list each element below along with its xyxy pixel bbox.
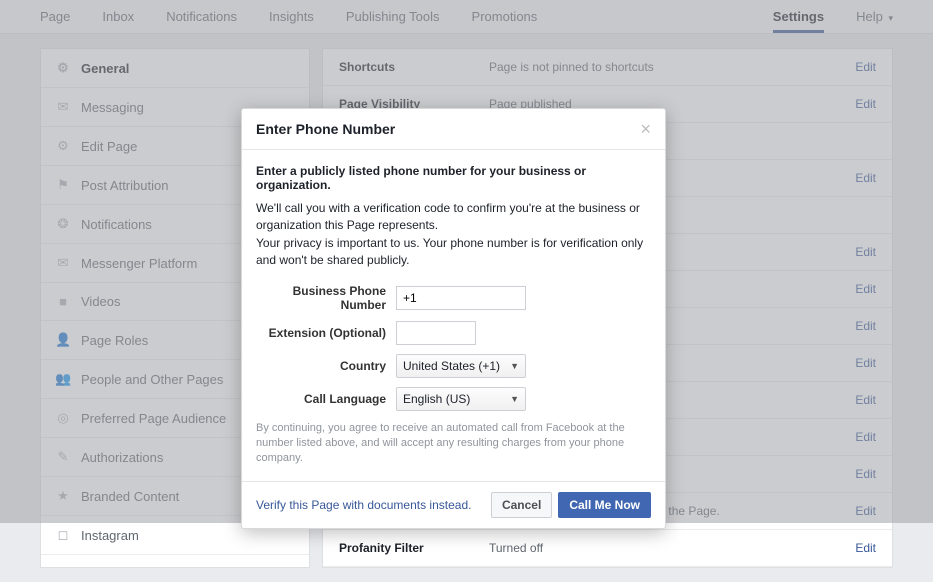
modal-footer: Verify this Page with documents instead.…: [242, 481, 665, 528]
language-select[interactable]: English (US) ▼: [396, 387, 526, 411]
phone-form: Business Phone Number Extension (Optiona…: [256, 284, 651, 411]
modal-text-1: We'll call you with a verification code …: [256, 200, 651, 235]
settings-row-label: Profanity Filter: [339, 541, 489, 555]
phone-verification-modal: Enter Phone Number × Enter a publicly li…: [241, 108, 666, 529]
settings-row-desc: Turned off: [489, 541, 855, 555]
extension-input[interactable]: [396, 321, 476, 345]
close-icon[interactable]: ×: [640, 120, 651, 138]
phone-label: Business Phone Number: [256, 284, 396, 312]
modal-text-2: Your privacy is important to us. Your ph…: [256, 235, 651, 270]
country-label: Country: [256, 359, 396, 373]
modal-body: Enter a publicly listed phone number for…: [242, 150, 665, 481]
edit-link[interactable]: Edit: [855, 541, 876, 555]
cancel-button[interactable]: Cancel: [491, 492, 552, 518]
modal-title: Enter Phone Number: [256, 121, 640, 137]
sidebar-item-label: Instagram: [81, 528, 139, 543]
chevron-down-icon: ▼: [510, 361, 519, 371]
phone-input[interactable]: [396, 286, 526, 310]
chevron-down-icon: ▼: [510, 394, 519, 404]
call-me-now-button[interactable]: Call Me Now: [558, 492, 651, 518]
verify-documents-link[interactable]: Verify this Page with documents instead.: [256, 498, 471, 512]
country-select[interactable]: United States (+1) ▼: [396, 354, 526, 378]
modal-header: Enter Phone Number ×: [242, 109, 665, 150]
row-language: Call Language English (US) ▼: [256, 387, 651, 411]
modal-disclaimer: By continuing, you agree to receive an a…: [256, 421, 651, 467]
settings-row: Profanity FilterTurned offEdit: [323, 530, 892, 567]
extension-label: Extension (Optional): [256, 326, 396, 340]
row-country: Country United States (+1) ▼: [256, 354, 651, 378]
instagram-icon: ◻: [55, 527, 71, 543]
country-value: United States (+1): [403, 359, 500, 373]
modal-intro: Enter a publicly listed phone number for…: [256, 164, 651, 192]
row-phone: Business Phone Number: [256, 284, 651, 312]
row-extension: Extension (Optional): [256, 321, 651, 345]
language-value: English (US): [403, 392, 470, 406]
language-label: Call Language: [256, 392, 396, 406]
